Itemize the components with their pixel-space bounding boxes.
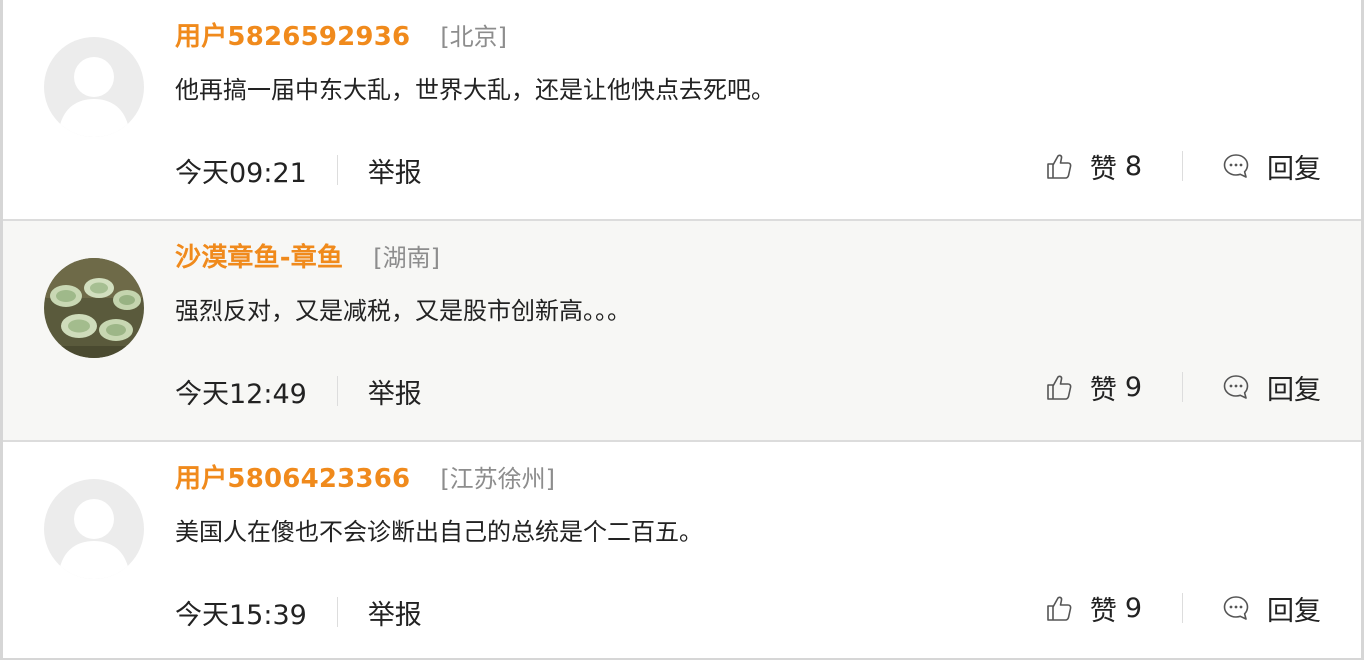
like-label: 赞	[1089, 374, 1117, 406]
username-link[interactable]: 沙漠章鱼-章鱼	[175, 237, 343, 274]
photo-avatar-icon	[44, 258, 144, 358]
comment-item: 用户5806423366 [江苏徐州] 美国人在傻也不会诊断出自己的总统是个二百…	[3, 442, 1361, 660]
like-button[interactable]: 赞 9	[1044, 589, 1142, 628]
avatar[interactable]	[44, 37, 144, 137]
meta-divider	[336, 155, 338, 185]
like-count: 8	[1124, 150, 1142, 182]
actions-divider	[1182, 372, 1183, 402]
comment-time: 今天12:49	[175, 378, 307, 410]
reply-button[interactable]: 回复	[1221, 147, 1321, 186]
like-button[interactable]: 赞 8	[1044, 147, 1142, 186]
comment-actions: 赞 9 回复	[1044, 588, 1321, 628]
comment-list: 用户5826592936 [北京] 他再搞一届中东大乱，世界大乱，还是让他快点去…	[0, 0, 1364, 660]
comment-text: 强烈反对，又是减税，又是股市创新高。。。	[175, 297, 631, 325]
reply-label: 回复	[1267, 153, 1321, 185]
comment-item: 用户5826592936 [北京] 他再搞一届中东大乱，世界大乱，还是让他快点去…	[3, 0, 1361, 221]
meta-divider	[336, 376, 338, 406]
like-count: 9	[1124, 371, 1142, 403]
comment-meta: 今天09:21 举报	[175, 150, 422, 190]
avatar[interactable]	[44, 258, 144, 358]
report-button[interactable]: 举报	[368, 151, 422, 190]
like-label: 赞	[1089, 153, 1117, 185]
comment-actions: 赞 8 回复	[1044, 146, 1321, 186]
comment-item: 沙漠章鱼-章鱼 [湖南] 强烈反对，又是减税，又是股市创新高。。。 今天12:4…	[3, 221, 1361, 442]
default-avatar-icon	[44, 37, 144, 137]
avatar[interactable]	[44, 479, 144, 579]
reply-label: 回复	[1267, 595, 1321, 627]
report-button[interactable]: 举报	[368, 372, 422, 411]
default-avatar-icon	[44, 479, 144, 579]
comment-actions: 赞 9 回复	[1044, 367, 1321, 407]
user-line: 用户5826592936 [北京]	[175, 16, 507, 52]
chat-bubble-icon	[1221, 151, 1251, 181]
user-line: 沙漠章鱼-章鱼 [湖南]	[175, 237, 440, 273]
thumbs-up-icon	[1044, 372, 1074, 402]
meta-divider	[336, 597, 338, 627]
reply-button[interactable]: 回复	[1221, 589, 1321, 628]
comment-time: 今天09:21	[175, 157, 307, 189]
actions-divider	[1182, 593, 1183, 623]
username-link[interactable]: 用户5806423366	[175, 458, 410, 495]
comment-time: 今天15:39	[175, 599, 307, 631]
thumbs-up-icon	[1044, 151, 1074, 181]
like-label: 赞	[1089, 595, 1117, 627]
username-link[interactable]: 用户5826592936	[175, 16, 410, 53]
user-line: 用户5806423366 [江苏徐州]	[175, 458, 555, 494]
like-count: 9	[1124, 592, 1142, 624]
comment-text: 美国人在傻也不会诊断出自己的总统是个二百五。	[175, 518, 703, 546]
chat-bubble-icon	[1221, 372, 1251, 402]
like-button[interactable]: 赞 9	[1044, 368, 1142, 407]
actions-divider	[1182, 151, 1183, 181]
chat-bubble-icon	[1221, 593, 1251, 623]
reply-button[interactable]: 回复	[1221, 368, 1321, 407]
report-button[interactable]: 举报	[368, 593, 422, 632]
reply-label: 回复	[1267, 374, 1321, 406]
comment-text: 他再搞一届中东大乱，世界大乱，还是让他快点去死吧。	[175, 76, 775, 104]
comment-meta: 今天15:39 举报	[175, 592, 422, 632]
user-location: [湖南]	[373, 243, 440, 272]
user-location: [北京]	[440, 22, 508, 51]
user-location: [江苏徐州]	[440, 464, 556, 493]
comment-meta: 今天12:49 举报	[175, 371, 422, 411]
thumbs-up-icon	[1044, 593, 1074, 623]
